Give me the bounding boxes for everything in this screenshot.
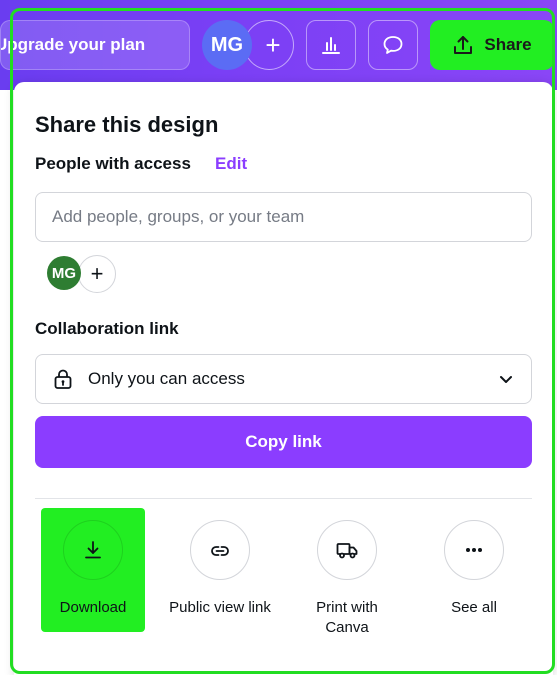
public-view-link-label: Public view link (169, 599, 271, 616)
print-with-canva-circle (317, 520, 377, 580)
collaboration-link-label: Collaboration link (35, 319, 179, 338)
see-all-label: See all (451, 599, 497, 616)
lock-icon (54, 369, 72, 389)
see-all-action[interactable]: See all (414, 508, 534, 618)
member-avatar-initials: MG (51, 264, 77, 282)
upgrade-plan-button[interactable]: Upgrade your plan (0, 20, 190, 70)
download-label: Download (59, 599, 127, 616)
bar-chart-icon (322, 37, 340, 54)
comment-button[interactable] (368, 20, 418, 70)
edit-access-link[interactable]: Edit (215, 154, 247, 174)
public-view-link-action[interactable]: Public view link (160, 508, 280, 618)
download-action[interactable]: Download (33, 508, 153, 618)
plus-icon: + (265, 29, 281, 60)
add-people-input[interactable] (35, 192, 532, 242)
public-view-link-circle (190, 520, 250, 580)
upgrade-plan-label: Upgrade your plan (0, 35, 146, 54)
member-avatar[interactable]: MG (47, 256, 81, 290)
add-member-button[interactable]: + (78, 255, 116, 293)
access-level-select[interactable]: Only you can access (35, 354, 532, 404)
truck-icon (336, 543, 358, 559)
share-label: Share (484, 35, 532, 54)
print-with-canva-label: Print with Canva (316, 599, 378, 636)
print-with-canva-action[interactable]: Print with Canva (287, 508, 407, 638)
share-panel: Share this design People with access Edi… (14, 82, 553, 675)
copy-link-button[interactable]: Copy link (35, 416, 532, 468)
download-circle (63, 520, 123, 580)
analytics-button[interactable] (306, 20, 356, 70)
link-icon (211, 546, 229, 556)
access-level-value: Only you can access (88, 369, 245, 388)
people-with-access-label: People with access (35, 154, 191, 173)
avatar[interactable]: MG (202, 20, 252, 70)
top-toolbar: Upgrade your plan + MG Share (0, 0, 557, 90)
download-icon (85, 541, 101, 559)
panel-title: Share this design (35, 112, 219, 137)
share-screen: Upgrade your plan + MG Share Share this … (0, 0, 557, 675)
plus-icon: + (90, 261, 104, 286)
divider (35, 498, 532, 499)
see-all-circle (444, 520, 504, 580)
upload-icon (454, 36, 473, 54)
comment-icon (383, 36, 403, 54)
avatar-initials: MG (210, 33, 244, 56)
more-icon (466, 548, 482, 552)
share-button[interactable]: Share (430, 20, 554, 70)
chevron-down-icon (500, 376, 512, 383)
